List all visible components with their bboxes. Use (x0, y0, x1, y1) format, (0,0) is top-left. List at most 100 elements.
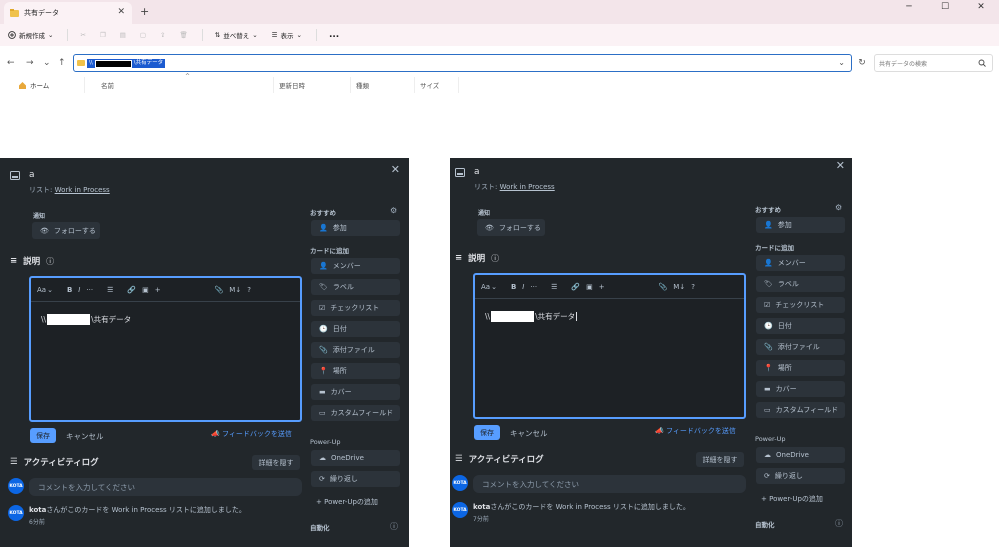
help-icon[interactable]: ? (247, 286, 251, 294)
checklist-button[interactable]: ☑ チェックリスト (311, 300, 400, 316)
comment-input[interactable]: コメントを入力してください (29, 478, 302, 496)
list-button[interactable]: ☰ (107, 286, 113, 294)
hide-details-button[interactable]: 詳細を隠す (696, 452, 744, 467)
editor-text[interactable]: \\ \共有データ (485, 311, 578, 322)
close-window-button[interactable]: ✕ (963, 0, 999, 14)
back-icon[interactable]: ← (7, 58, 15, 68)
dates-button[interactable]: 🕒 日付 (311, 321, 400, 337)
address-bar[interactable]: \\ \共有データ ⌄ (73, 54, 852, 72)
list-link[interactable]: Work in Process (500, 183, 555, 191)
onedrive-button[interactable]: ☁ OneDrive (756, 447, 845, 463)
feedback-link[interactable]: 📣 フィードバックを送信 (211, 429, 292, 439)
cover-button[interactable]: ▬ カバー (311, 384, 400, 400)
tab-close-icon[interactable]: ✕ (117, 7, 125, 17)
more-button[interactable]: ... (329, 30, 339, 40)
text-style-button[interactable]: Aa (481, 283, 490, 291)
maximize-button[interactable]: ☐ (927, 0, 963, 14)
image-icon[interactable]: ▣ (586, 283, 593, 291)
labels-button[interactable]: 🏷 ラベル (311, 279, 400, 295)
column-type[interactable]: 種類 (356, 80, 369, 90)
feedback-link[interactable]: 📣 フィードバックを送信 (655, 426, 736, 436)
attachment-button[interactable]: 📎 添付ファイル (311, 342, 400, 358)
forward-icon[interactable]: → (26, 58, 34, 68)
paste-icon[interactable]: ▤ (120, 31, 126, 39)
list-button[interactable]: ☰ (551, 283, 557, 291)
cut-icon[interactable]: ✂ (80, 31, 85, 39)
markdown-icon[interactable]: M↓ (673, 283, 685, 291)
text-style-button[interactable]: Aa (37, 286, 46, 294)
minimize-button[interactable]: ─ (891, 0, 927, 14)
onedrive-button[interactable]: ☁ OneDrive (311, 450, 400, 466)
view-button[interactable]: ☰ 表示 ⌄ (272, 30, 302, 40)
location-button[interactable]: 📍 場所 (311, 363, 400, 379)
new-tab-icon[interactable]: + (140, 5, 149, 18)
follow-button[interactable]: 👁 フォローする (477, 219, 545, 236)
rename-icon[interactable]: ▢ (140, 31, 146, 39)
gear-icon[interactable]: ⚙ (835, 203, 842, 212)
column-name[interactable]: 名前 (101, 80, 114, 90)
italic-button[interactable]: I (78, 286, 80, 294)
activity-time[interactable]: 6分前 (29, 517, 45, 526)
new-button[interactable]: 新規作成 ⌄ (8, 30, 53, 40)
activity-user[interactable]: kota (473, 503, 490, 511)
description-editor[interactable]: Aa ⌄ B I ··· ☰ 🔗 ▣ + 📎 M↓ ? \\ \共有データ (473, 273, 746, 419)
help-icon[interactable]: ? (691, 283, 695, 291)
info-icon[interactable]: ⓘ (835, 518, 843, 529)
location-button[interactable]: 📍 場所 (756, 360, 845, 376)
info-icon[interactable]: ⓘ (390, 521, 398, 532)
copy-icon[interactable]: ❐ (100, 31, 106, 39)
activity-time[interactable]: 7分前 (473, 514, 489, 523)
dates-button[interactable]: 🕒 日付 (756, 318, 845, 334)
gear-icon[interactable]: ⚙ (390, 206, 397, 215)
link-icon[interactable]: 🔗 (127, 286, 136, 294)
join-button[interactable]: 👤 参加 (311, 220, 400, 236)
bold-button[interactable]: B (67, 286, 72, 294)
cover-button[interactable]: ▬ カバー (756, 381, 845, 397)
address-text-selected[interactable]: \\ \共有データ (87, 59, 166, 68)
checklist-button[interactable]: ☑ チェックリスト (756, 297, 845, 313)
follow-button[interactable]: 👁 フォローする (32, 222, 100, 239)
save-button[interactable]: 保存 (30, 428, 56, 443)
link-icon[interactable]: 🔗 (571, 283, 580, 291)
up-icon[interactable]: ↑ (58, 58, 66, 68)
more-format-button[interactable]: ··· (86, 286, 93, 294)
explorer-tab[interactable]: 共有データ ✕ (4, 2, 132, 24)
refresh-icon[interactable]: ↻ (855, 54, 869, 72)
column-modified[interactable]: 更新日時 (279, 80, 305, 90)
nav-home[interactable]: ホーム (18, 80, 49, 90)
repeat-button[interactable]: ⟳ 繰り返し (311, 471, 400, 487)
share-icon[interactable]: ⇪ (160, 31, 165, 39)
close-icon[interactable]: ✕ (836, 159, 845, 172)
description-editor[interactable]: Aa ⌄ B I ··· ☰ 🔗 ▣ + 📎 M↓ ? \\ \共有データ (29, 276, 302, 422)
search-input[interactable]: 共有データの検索 (874, 54, 993, 72)
custom-fields-button[interactable]: ▭ カスタムフィールド (311, 405, 400, 421)
add-powerup-button[interactable]: + Power-Upの追加 (761, 494, 823, 504)
bold-button[interactable]: B (511, 283, 516, 291)
add-powerup-button[interactable]: + Power-Upの追加 (316, 497, 378, 507)
attach-icon[interactable]: 📎 (215, 286, 224, 294)
card-title[interactable]: a (29, 170, 35, 180)
column-size[interactable]: サイズ (420, 80, 439, 90)
repeat-button[interactable]: ⟳ 繰り返し (756, 468, 845, 484)
card-title[interactable]: a (474, 167, 480, 177)
image-icon[interactable]: ▣ (142, 286, 149, 294)
cancel-button[interactable]: キャンセル (510, 428, 548, 439)
comment-input[interactable]: コメントを入力してください (473, 475, 746, 493)
address-dropdown-icon[interactable]: ⌄ (838, 58, 845, 67)
sort-button[interactable]: ⇅ 並べ替え ⌄ (215, 30, 258, 40)
more-format-button[interactable]: ··· (530, 283, 537, 291)
delete-icon[interactable]: 🗑 (180, 31, 188, 39)
hide-details-button[interactable]: 詳細を隠す (252, 455, 300, 470)
members-button[interactable]: 👤 メンバー (756, 255, 845, 271)
join-button[interactable]: 👤 参加 (756, 217, 845, 233)
cancel-button[interactable]: キャンセル (66, 431, 104, 442)
plus-button[interactable]: + (155, 286, 161, 294)
labels-button[interactable]: 🏷 ラベル (756, 276, 845, 292)
activity-user[interactable]: kota (29, 506, 46, 514)
list-link[interactable]: Work in Process (55, 186, 110, 194)
custom-fields-button[interactable]: ▭ カスタムフィールド (756, 402, 845, 418)
close-icon[interactable]: ✕ (391, 163, 400, 176)
italic-button[interactable]: I (522, 283, 524, 291)
attach-icon[interactable]: 📎 (659, 283, 668, 291)
markdown-icon[interactable]: M↓ (229, 286, 241, 294)
